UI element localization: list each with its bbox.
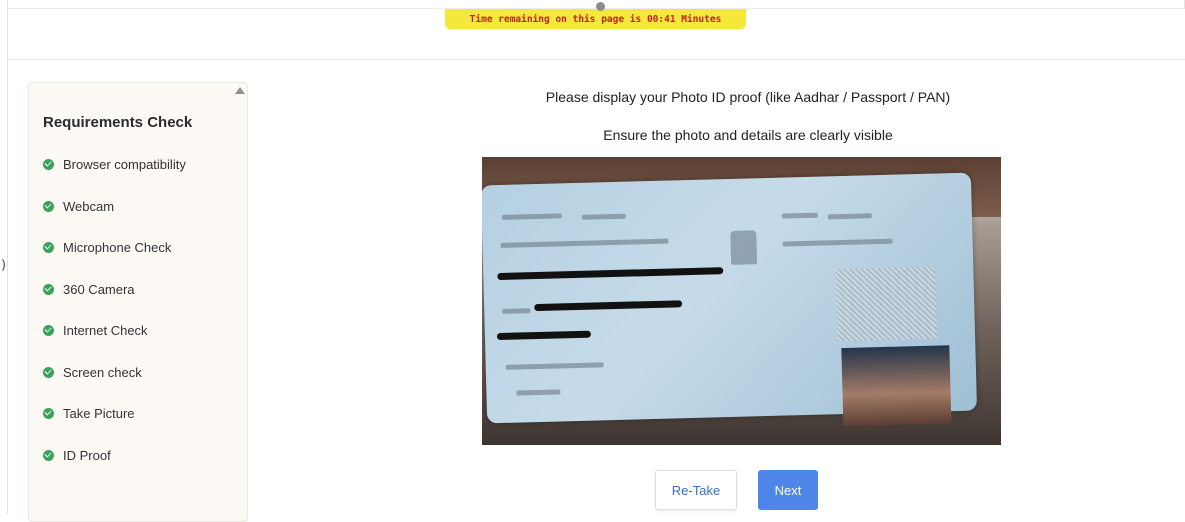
check-circle-icon (43, 324, 54, 336)
scroll-up-arrow-icon[interactable] (235, 87, 245, 94)
card-text-line (782, 238, 893, 247)
requirement-item-browser: Browser compatibility (43, 155, 186, 173)
redaction-bar (496, 330, 591, 341)
card-portrait-photo (841, 345, 952, 427)
check-circle-icon (43, 366, 54, 378)
requirement-label: Screen check (63, 364, 142, 380)
retake-button[interactable]: Re-Take (655, 470, 737, 510)
check-circle-icon (43, 283, 54, 295)
requirement-item-microphone: Microphone Check (43, 238, 171, 256)
edge-bracket-glyph: ) (1, 258, 7, 273)
card-text-line (781, 212, 818, 219)
card-text-line (581, 213, 626, 220)
id-proof-capture-image (482, 157, 1001, 445)
requirement-item-webcam: Webcam (43, 197, 114, 215)
card-text-line (500, 238, 669, 248)
requirement-label: Take Picture (63, 405, 135, 421)
check-circle-icon (43, 200, 54, 212)
card-text-line (502, 308, 531, 314)
card-pattern-area (835, 266, 938, 342)
redaction-bar (497, 267, 724, 281)
id-card-image (482, 172, 978, 427)
requirement-item-id-proof: ID Proof (43, 446, 111, 464)
requirement-item-screen: Screen check (43, 363, 142, 381)
check-circle-icon (43, 158, 54, 170)
requirement-item-internet: Internet Check (43, 321, 148, 339)
requirement-label: Browser compatibility (63, 156, 186, 172)
card-text-line (827, 213, 872, 220)
requirement-label: Internet Check (63, 322, 148, 338)
requirement-label: 360 Camera (63, 281, 135, 297)
requirement-label: Microphone Check (63, 239, 172, 255)
next-button[interactable]: Next (758, 470, 818, 510)
id-instruction: Please display your Photo ID proof (like… (545, 89, 951, 105)
sidebar-title: Requirements Check (43, 114, 193, 131)
requirement-item-take-picture: Take Picture (43, 404, 135, 422)
cursor-dot-icon (596, 2, 605, 11)
check-circle-icon (43, 241, 54, 253)
emblem-icon (730, 230, 758, 265)
frame-left-border (7, 0, 8, 514)
card-signature (516, 389, 561, 396)
card-text-line (505, 362, 604, 370)
card-text-line (501, 213, 562, 220)
redaction-bar (534, 300, 683, 312)
timer-banner: Time remaining on this page is 00:41 Min… (445, 9, 746, 29)
visibility-instruction: Ensure the photo and details are clearly… (603, 127, 893, 143)
check-circle-icon (43, 407, 54, 419)
check-circle-icon (43, 449, 54, 461)
requirement-label: Webcam (63, 198, 115, 214)
requirements-sidebar: Requirements Check Browser compatibility… (28, 82, 248, 522)
requirement-item-360-camera: 360 Camera (43, 280, 135, 298)
requirement-label: ID Proof (63, 447, 111, 463)
